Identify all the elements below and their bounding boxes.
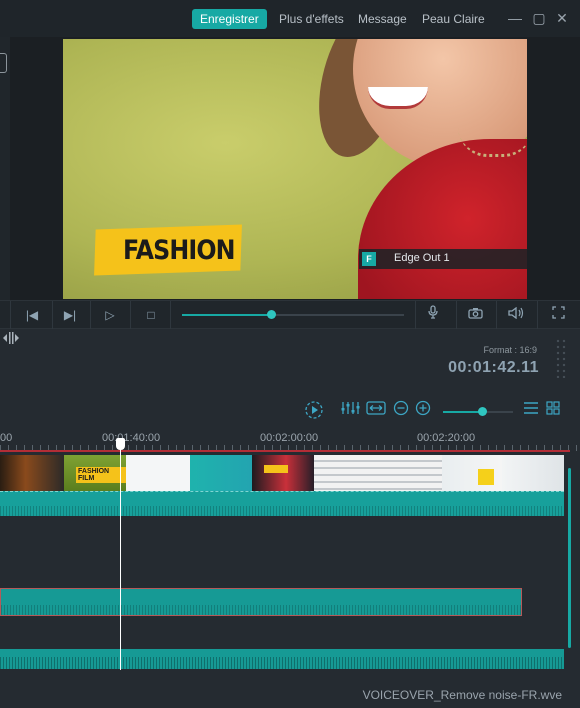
next-frame-icon[interactable]: ▶| [59, 305, 81, 325]
fit-timeline-icon[interactable] [366, 400, 386, 420]
clip-thumbnail[interactable] [252, 455, 314, 491]
list-view-icon[interactable] [521, 400, 541, 420]
microphone-icon[interactable] [422, 305, 444, 325]
video-editor-window: Enregistrer Plus d'effets Message Peau C… [0, 0, 580, 708]
prev-frame-icon[interactable]: |◀ [21, 305, 43, 325]
resize-handle-icon[interactable] [2, 330, 20, 350]
video-track[interactable]: FASHION FILM [0, 455, 564, 491]
current-timecode: 00:01:42.11 [448, 359, 539, 376]
project-filename: VOICEOVER_Remove noise-FR.wve [362, 688, 562, 702]
panel-grip-icon[interactable] [555, 338, 567, 378]
fullscreen-icon[interactable] [547, 305, 569, 325]
transport-divider [170, 301, 171, 329]
clip-sticky-note [478, 469, 494, 485]
music-audio-clip[interactable] [0, 649, 564, 669]
clip-thumbnail[interactable] [442, 455, 502, 491]
transport-divider [415, 301, 416, 329]
audio-waveform [0, 657, 564, 669]
playback-progress-slider[interactable] [182, 310, 404, 319]
clip-thumbnail[interactable] [190, 455, 252, 491]
playback-progress-knob[interactable] [266, 310, 276, 319]
render-preview-icon[interactable] [304, 400, 324, 420]
maximize-icon[interactable]: ▢ [531, 10, 547, 26]
clip-thumbnail[interactable]: FASHION FILM [64, 455, 126, 491]
menu-skin-tone[interactable]: Peau Claire [422, 9, 485, 29]
transport-divider [10, 301, 11, 329]
audio-waveform [1, 605, 521, 615]
ruler-baseline [0, 450, 570, 452]
ruler-label: 00 [0, 432, 13, 444]
minimize-icon[interactable]: — [507, 10, 523, 26]
zoom-slider-knob[interactable] [477, 407, 487, 416]
volume-icon[interactable] [505, 305, 527, 325]
playhead[interactable] [120, 444, 121, 670]
camera-icon[interactable] [464, 305, 486, 325]
panel-toggle-handle[interactable] [0, 53, 7, 73]
ruler-label: 00:01:40:00 [102, 432, 161, 444]
play-icon[interactable]: ▷ [99, 305, 121, 325]
export-button[interactable]: Enregistrer [192, 9, 267, 29]
transport-divider [130, 301, 131, 329]
voiceover-audio-clip[interactable] [0, 588, 522, 616]
transport-divider [456, 301, 457, 329]
zoom-slider-fill [443, 411, 482, 413]
grid-view-icon[interactable] [543, 400, 563, 420]
timeline-zoom-slider[interactable] [443, 407, 513, 416]
menu-message[interactable]: Message [358, 9, 407, 29]
playhead-handle[interactable] [116, 438, 125, 450]
transport-bar: |◀ ▶| ▷ □ [0, 300, 580, 329]
audio-waveform [0, 506, 564, 516]
stop-icon[interactable]: □ [140, 305, 162, 325]
zoom-in-icon[interactable] [413, 400, 433, 420]
aspect-ratio-label: Format : 16:9 [483, 345, 537, 355]
clip-thumbnail[interactable] [0, 455, 64, 491]
ruler-label: 00:02:20:00 [417, 432, 476, 444]
title-bar: Enregistrer Plus d'effets Message Peau C… [0, 0, 580, 37]
clip-title-block [264, 465, 288, 473]
left-panel-edge [0, 37, 10, 300]
title-card-text: FASHION [123, 235, 236, 266]
transport-divider [90, 301, 91, 329]
close-icon[interactable]: ✕ [554, 10, 570, 26]
timeline-scrollbar[interactable] [568, 468, 571, 648]
preview-panel: FASHION F Edge Out 1 [0, 37, 580, 300]
clip-thumbnail[interactable] [502, 455, 564, 491]
effect-badge-icon: F [362, 252, 376, 266]
transport-divider [52, 301, 53, 329]
effect-overlay-label: Edge Out 1 [394, 252, 450, 264]
transport-divider [537, 301, 538, 329]
audio-mixer-icon[interactable] [341, 400, 361, 420]
video-audio-track[interactable] [0, 491, 564, 516]
zoom-out-icon[interactable] [391, 400, 411, 420]
clip-title-text: FASHION FILM [76, 467, 126, 483]
ruler-label: 00:02:00:00 [260, 432, 319, 444]
playback-progress-fill [182, 314, 271, 316]
timeline-toolbar [0, 388, 580, 426]
preview-video[interactable]: FASHION F Edge Out 1 [63, 39, 527, 299]
clip-thumbnail[interactable] [314, 455, 442, 491]
clip-thumbnail[interactable] [126, 455, 190, 491]
transport-divider [496, 301, 497, 329]
menu-more-effects[interactable]: Plus d'effets [279, 9, 344, 29]
